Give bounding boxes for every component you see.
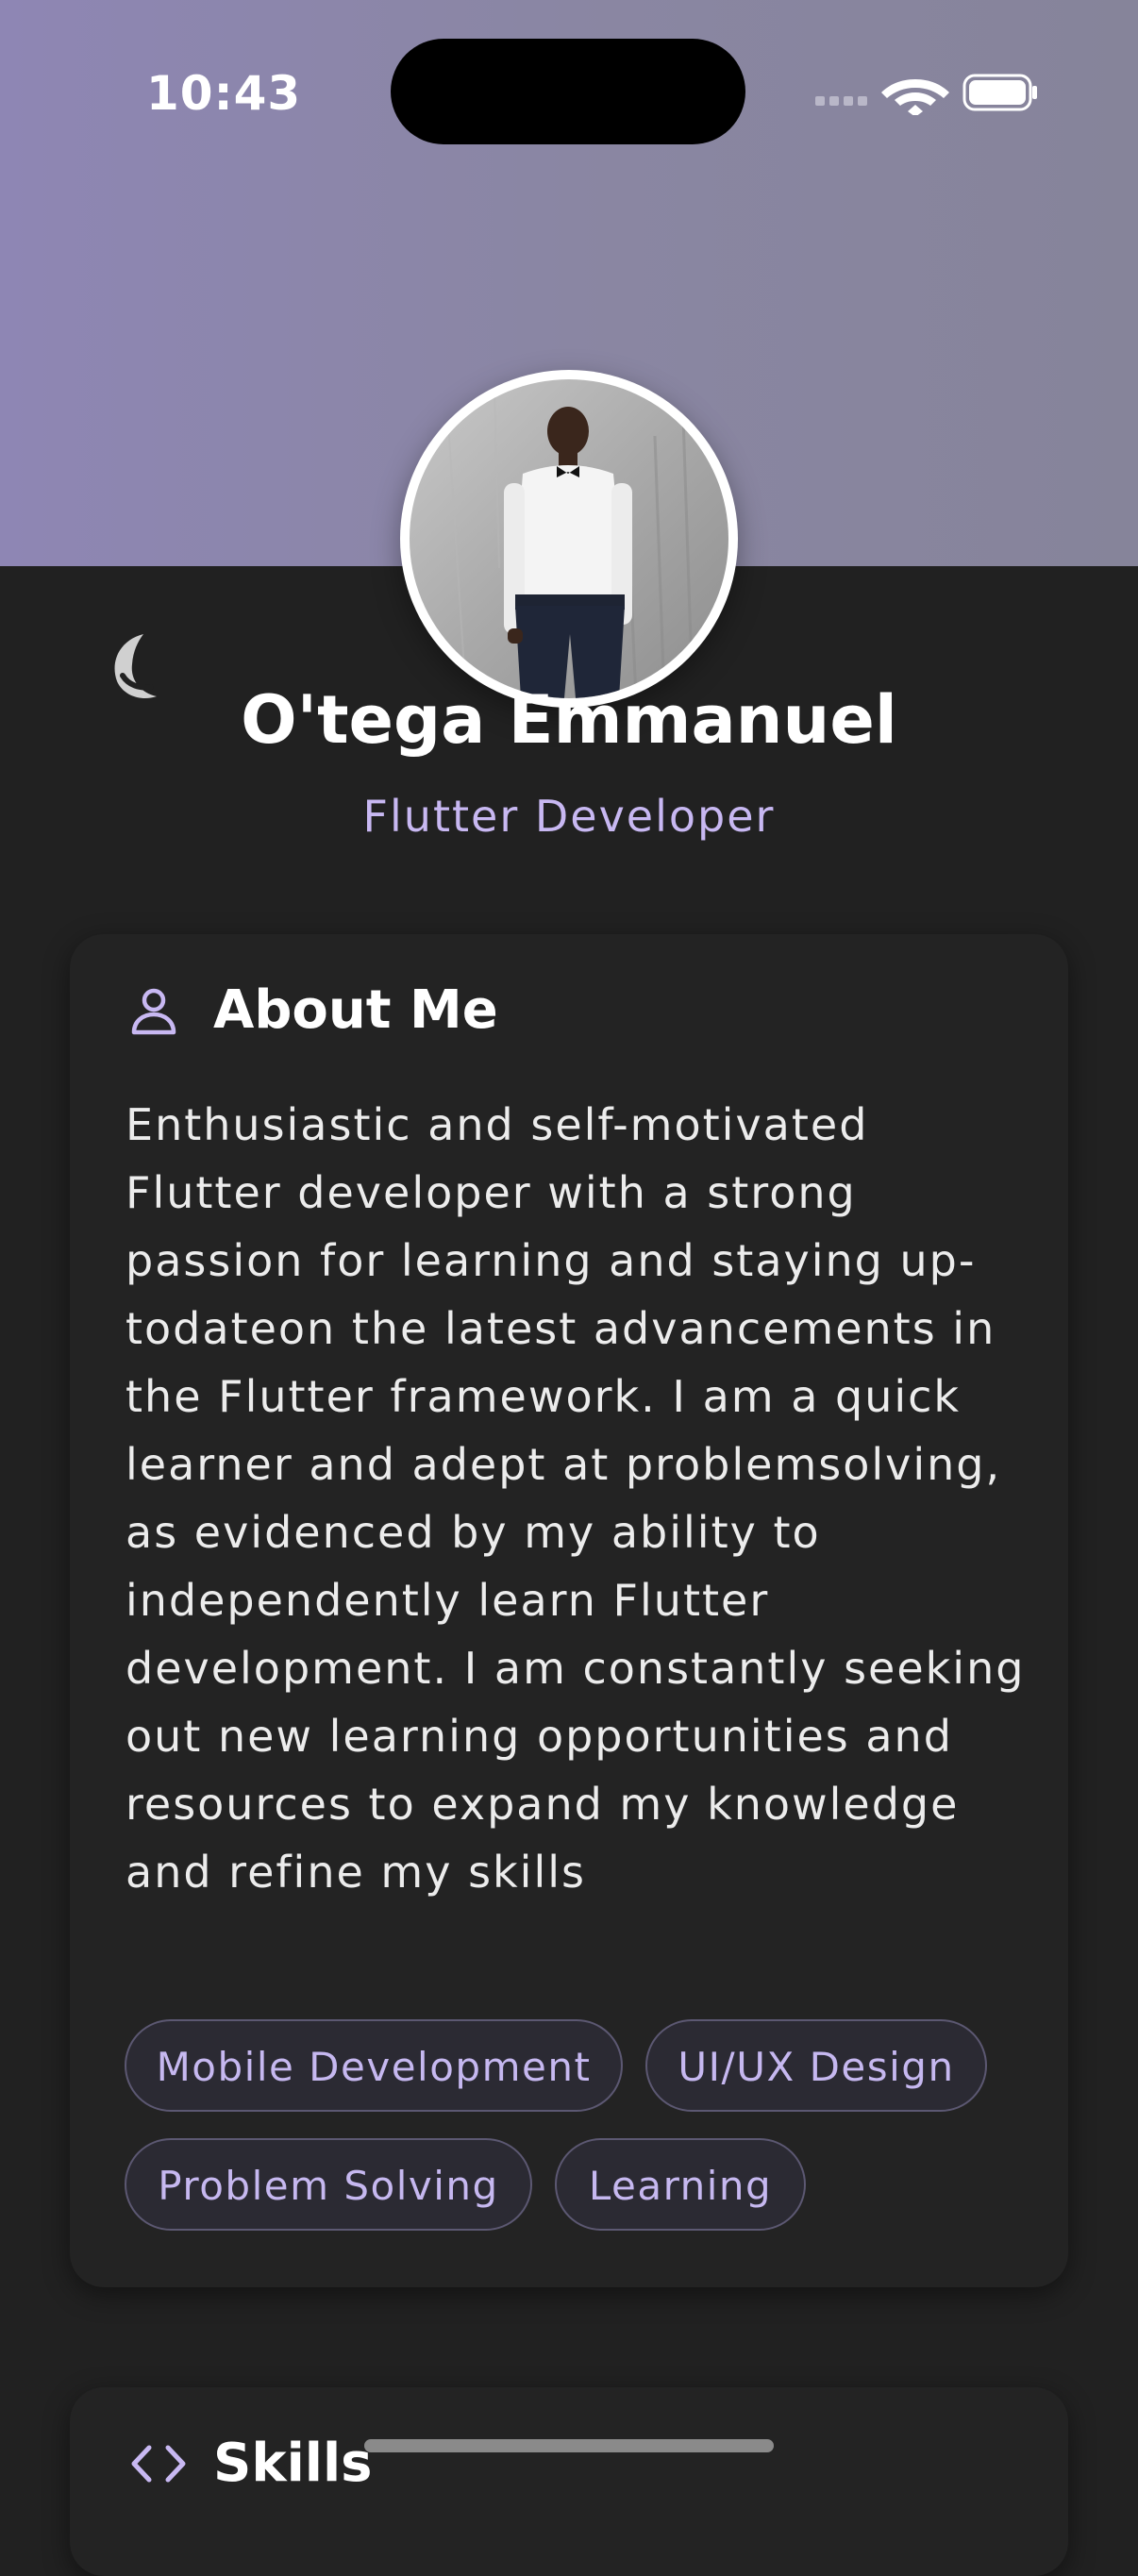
battery-icon (962, 74, 1037, 111)
status-bar-icons (813, 70, 1040, 117)
tag-chip[interactable]: Mobile Development (125, 2019, 623, 2112)
person-icon (131, 988, 176, 1034)
dynamic-island (391, 39, 745, 144)
profile-role: Flutter Developer (362, 791, 776, 842)
tag-chip[interactable]: Learning (555, 2138, 806, 2231)
about-header: About Me (128, 979, 498, 1041)
about-card: About Me Enthusiastic and self-motivated… (70, 934, 1068, 2287)
avatar (410, 379, 728, 698)
tag-chip[interactable]: UI/UX Design (645, 2019, 987, 2112)
tag-chip[interactable]: Problem Solving (125, 2138, 532, 2231)
profile-avatar (400, 370, 738, 708)
profile-name: O'tega Emmanuel (241, 681, 897, 759)
skills-title: Skills (213, 2433, 373, 2494)
skills-card: Skills (70, 2387, 1068, 2576)
skills-header: Skills (128, 2433, 373, 2494)
status-bar-time: 10:43 (146, 66, 302, 121)
about-title: About Me (213, 979, 498, 1041)
wifi-icon (881, 79, 949, 117)
about-text: Enthusiastic and self-motivated Flutter … (126, 1099, 1026, 1898)
cellular-signal-icon (815, 96, 867, 106)
code-icon (131, 2445, 186, 2482)
home-indicator[interactable] (364, 2439, 774, 2452)
